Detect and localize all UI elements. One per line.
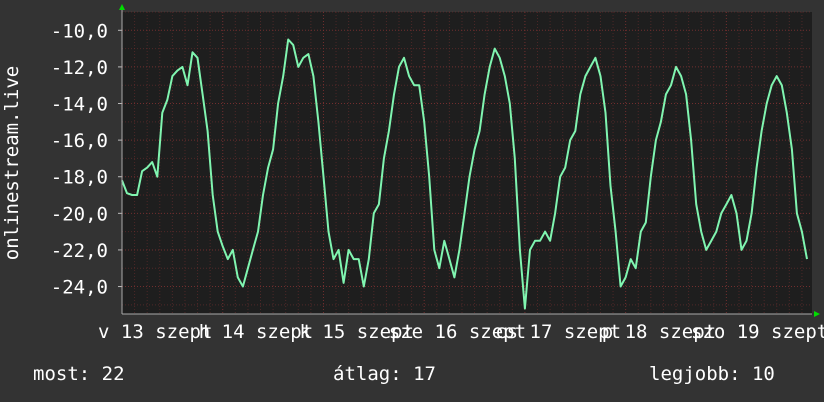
y-tick-label: -22,0 <box>51 240 108 262</box>
y-axis-arrow <box>119 4 125 10</box>
y-tick-label: -12,0 <box>51 57 108 79</box>
x-tick-labels: v 13 szepth 14 szeptk 15 szeptsze 16 sze… <box>98 321 824 343</box>
x-tick-label: h 14 szept <box>199 321 313 343</box>
chart-widget: -10,0 -12,0 -14,0 -16,0 -18,0 -20,0 -22,0 -24,0… <box>0 0 824 402</box>
y-tick-label: -20,0 <box>51 203 108 225</box>
x-axis-arrow <box>814 311 820 317</box>
y-tick-labels: -10,0 -12,0 -14,0 -16,0 -18,0 -20,0 -22,0 -24,0 <box>51 20 122 299</box>
y-axis-label: onlinestream.live <box>1 66 23 260</box>
x-tick-label: szo 19 szept <box>691 321 824 343</box>
y-tick-label: -18,0 <box>51 167 108 189</box>
y-tick-label: -14,0 <box>51 94 108 116</box>
legend-average: átlag: 17 <box>333 363 436 385</box>
y-tick-label: -16,0 <box>51 130 108 152</box>
legend-current: most: 22 <box>33 363 125 385</box>
legend-max: legjobb: 10 <box>649 363 775 385</box>
y-tick-label: -10,0 <box>51 20 108 42</box>
x-tick-label: v 13 szept <box>98 321 212 343</box>
y-tick-label: -24,0 <box>51 277 108 299</box>
line-chart: -10,0 -12,0 -14,0 -16,0 -18,0 -20,0 -22,0 -24,0… <box>1 4 824 343</box>
